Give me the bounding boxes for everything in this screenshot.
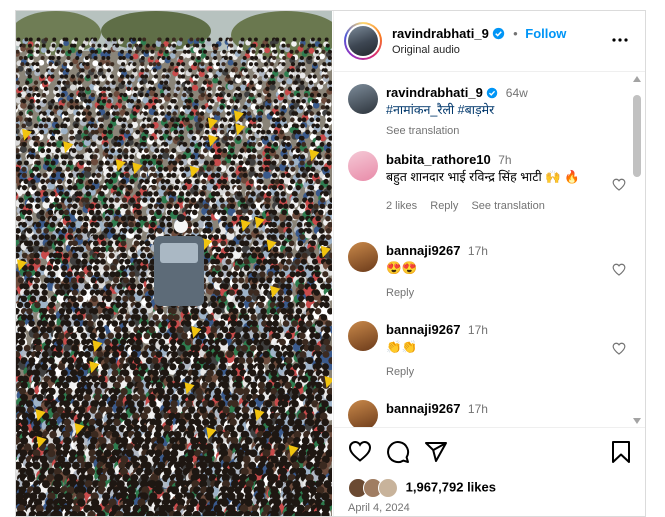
verified-icon xyxy=(493,27,505,40)
comment-username[interactable]: ravindrabhati_9 xyxy=(386,85,483,100)
comment-username[interactable]: babita_rathore10 xyxy=(386,152,491,167)
see-translation-link[interactable]: See translation xyxy=(471,200,544,212)
likes-row: 1,967,792 likes xyxy=(348,478,496,498)
reply-button[interactable]: Reply xyxy=(386,287,414,299)
comments-list: ravindrabhati_9 64w #नामांकन_रैली #बाड़म… xyxy=(334,72,645,427)
verified-icon xyxy=(487,87,498,99)
post-header: ravindrabhati_9 • Follow Original audio xyxy=(334,11,645,72)
author-line: ravindrabhati_9 • Follow xyxy=(392,26,567,41)
comment-username[interactable]: bannaji9267 xyxy=(386,322,460,337)
author-username[interactable]: ravindrabhati_9 xyxy=(392,26,489,41)
comment-icon[interactable] xyxy=(386,440,410,464)
comment-like-icon[interactable] xyxy=(612,178,626,191)
heart-icon[interactable] xyxy=(348,440,372,462)
comment-like-icon[interactable] xyxy=(612,263,626,276)
comment-time: 17h xyxy=(467,402,488,416)
scrollbar-thumb[interactable] xyxy=(633,95,641,177)
see-translation-link[interactable]: See translation xyxy=(386,125,459,137)
comment-text: 😍😍 xyxy=(386,261,418,275)
more-options-icon[interactable] xyxy=(612,37,628,43)
follow-button[interactable]: Follow xyxy=(525,26,566,41)
reply-button[interactable]: Reply xyxy=(386,366,414,378)
scroll-up-icon[interactable] xyxy=(632,75,642,83)
caption-hashtags[interactable]: #नामांकन_रैली #बाड़मेर xyxy=(386,103,494,117)
comment-time: 7h xyxy=(498,153,512,167)
likes-count[interactable]: 1,967,792 likes xyxy=(406,479,496,494)
avatar[interactable] xyxy=(348,242,378,272)
bookmark-icon[interactable] xyxy=(611,440,631,464)
audio-label[interactable]: Original audio xyxy=(392,44,460,56)
post-video[interactable] xyxy=(16,11,332,516)
comment-time: 17h xyxy=(467,323,488,337)
comment-like-icon[interactable] xyxy=(612,342,626,355)
avatar[interactable] xyxy=(348,151,378,181)
avatar[interactable] xyxy=(348,84,378,114)
comments-scrollbar[interactable] xyxy=(630,75,644,425)
post-date[interactable]: April 4, 2024 xyxy=(348,502,410,514)
liker-avatars[interactable] xyxy=(348,478,400,498)
author-avatar[interactable] xyxy=(344,22,382,60)
avatar[interactable] xyxy=(348,400,378,427)
avatar[interactable] xyxy=(348,321,378,351)
comment-text: बहुत शानदार भाई रविन्द्र सिंह भाटी 🙌 🔥 xyxy=(386,170,580,184)
crowd-video-frame xyxy=(16,11,332,516)
share-icon[interactable] xyxy=(424,440,448,464)
post-sidebar: ravindrabhati_9 • Follow Original audio … xyxy=(333,11,645,516)
comment-username[interactable]: bannaji9267 xyxy=(386,243,460,258)
post-modal: ravindrabhati_9 • Follow Original audio … xyxy=(15,10,646,517)
comment-time: 64w xyxy=(505,86,528,100)
comment-time: 17h xyxy=(467,244,488,258)
scroll-down-icon[interactable] xyxy=(632,417,642,425)
reply-button[interactable]: Reply xyxy=(430,200,458,212)
comment-username[interactable]: bannaji9267 xyxy=(386,401,460,416)
comment-likes[interactable]: 2 likes xyxy=(386,200,417,212)
comment-text: 👏👏 xyxy=(386,340,418,354)
action-bar: 1,967,792 likes April 4, 2024 xyxy=(334,427,645,516)
